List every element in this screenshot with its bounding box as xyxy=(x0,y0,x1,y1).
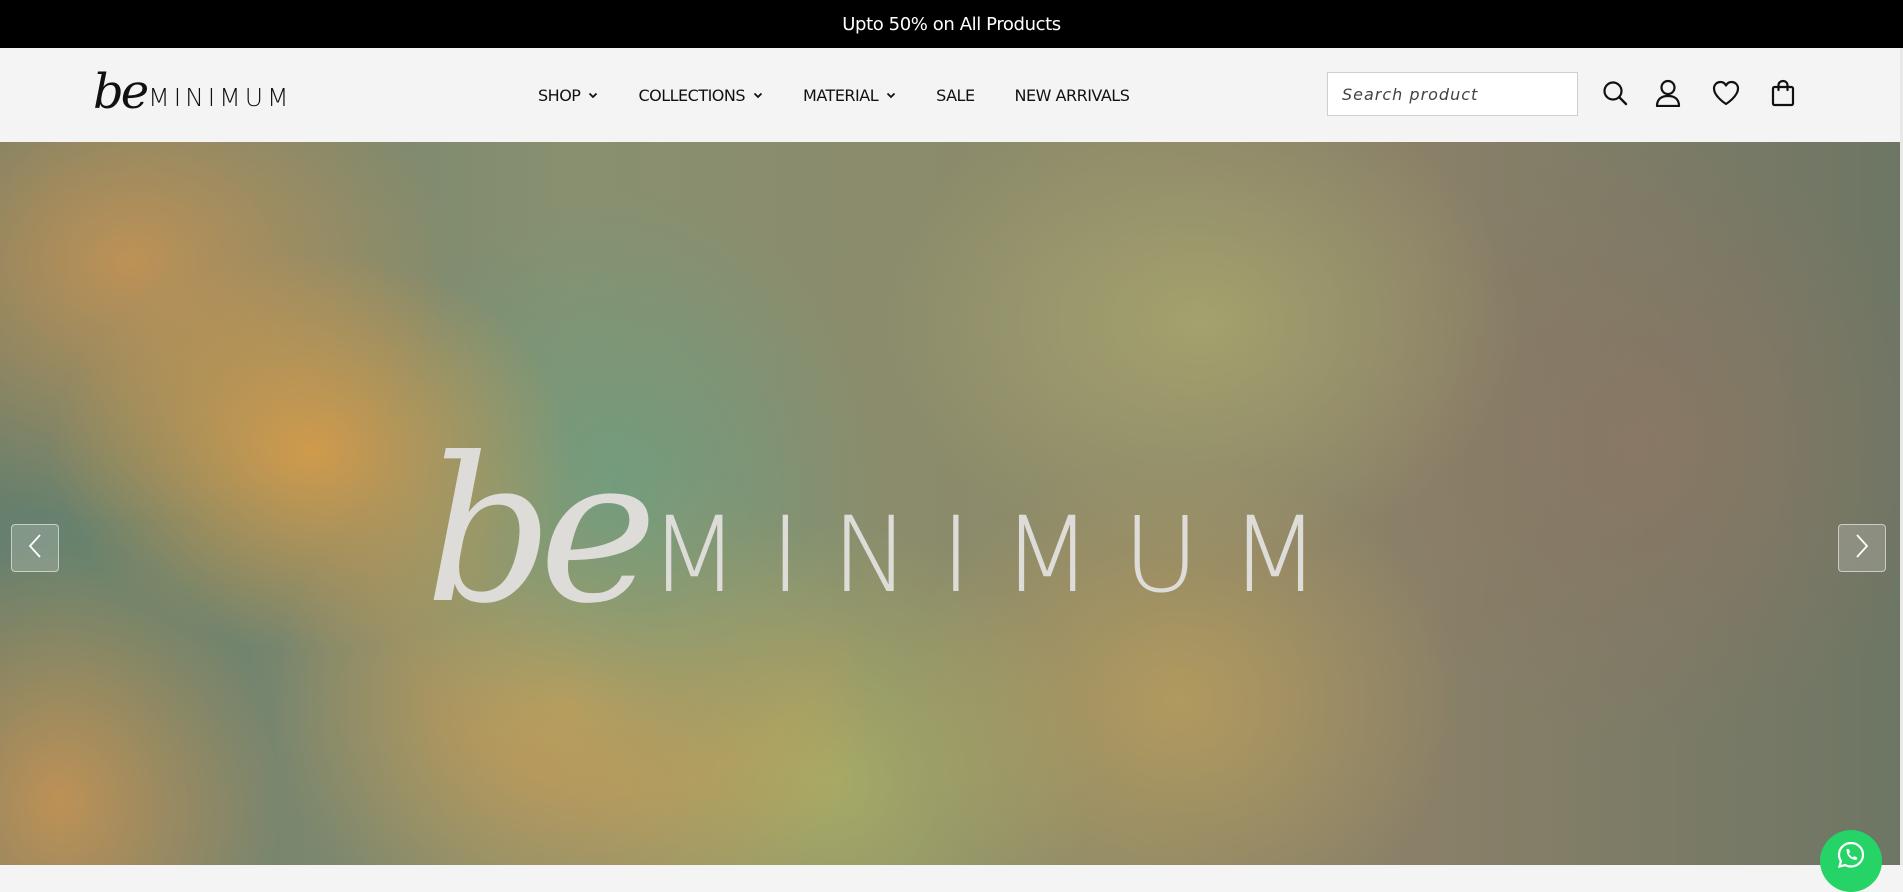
hero-logo: be MINIMUM xyxy=(425,415,1351,648)
nav-item-label: MATERIAL xyxy=(803,85,879,105)
chevron-down-icon xyxy=(588,92,598,99)
nav-item-shop[interactable]: SHOP xyxy=(538,86,598,105)
site-header: be MINIMUM SHOP COLLECTIONS MATERIAL SAL… xyxy=(0,48,1900,142)
hero-logo-script: be xyxy=(425,415,657,648)
shopping-bag-icon[interactable] xyxy=(1768,78,1798,108)
nav-item-label: SALE xyxy=(936,85,975,105)
hero-banner: be MINIMUM xyxy=(0,142,1900,865)
main-nav: SHOP COLLECTIONS MATERIAL SALE NEW ARRIV… xyxy=(538,48,1130,142)
nav-item-material[interactable]: MATERIAL xyxy=(803,86,896,105)
slider-next-button[interactable] xyxy=(1838,524,1886,572)
chevron-down-icon xyxy=(886,92,896,99)
brand-logo-script: be xyxy=(93,64,149,120)
brand-logo-word: MINIMUM xyxy=(148,83,293,112)
nav-item-label: COLLECTIONS xyxy=(638,85,746,105)
nav-item-new-arrivals[interactable]: NEW ARRIVALS xyxy=(1015,86,1130,105)
nav-item-collections[interactable]: COLLECTIONS xyxy=(638,86,763,105)
promo-text: Upto 50% on All Products xyxy=(842,13,1061,35)
nav-item-sale[interactable]: SALE xyxy=(936,85,975,105)
search-input[interactable] xyxy=(1340,83,1569,105)
search-box xyxy=(1327,72,1578,116)
brand-logo[interactable]: be MINIMUM xyxy=(93,66,293,116)
whatsapp-chat-button[interactable] xyxy=(1820,830,1882,892)
user-icon[interactable] xyxy=(1653,78,1683,108)
chevron-left-icon xyxy=(26,533,44,563)
heart-icon[interactable] xyxy=(1711,78,1741,108)
nav-item-label: NEW ARRIVALS xyxy=(1014,85,1130,105)
nav-item-label: SHOP xyxy=(538,85,581,105)
search-icon[interactable] xyxy=(1600,78,1630,108)
whatsapp-icon xyxy=(1836,840,1866,874)
hero-logo-word: MINIMUM xyxy=(649,494,1351,616)
slider-prev-button[interactable] xyxy=(11,524,59,572)
promo-bar: Upto 50% on All Products xyxy=(0,0,1903,48)
chevron-right-icon xyxy=(1853,533,1871,563)
chevron-down-icon xyxy=(753,92,763,99)
